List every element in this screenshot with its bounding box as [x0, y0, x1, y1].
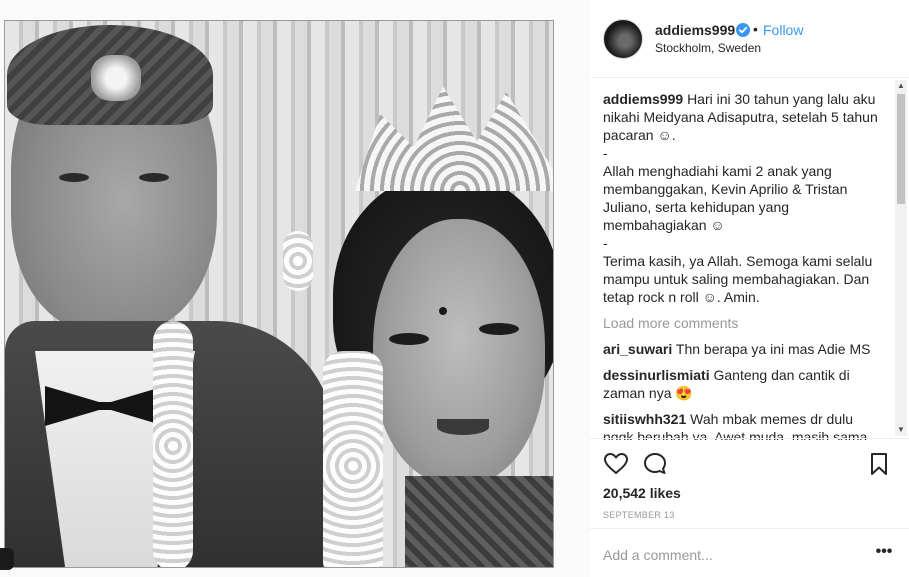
bookmark-icon[interactable]	[866, 451, 892, 477]
follow-button[interactable]: Follow	[763, 22, 803, 38]
comments-scrollbar[interactable]: ▲ ▼	[895, 80, 907, 436]
verified-badge-icon	[736, 23, 750, 37]
comment-text: Thn berapa ya ini mas Adie MS	[675, 341, 871, 357]
bride-smile	[437, 419, 489, 435]
comment-username[interactable]: dessinurlismiati	[603, 367, 710, 383]
comments-list[interactable]: addiems999 Hari ini 30 tahun yang lalu a…	[603, 90, 885, 440]
location-link[interactable]: Stockholm, Sweden	[655, 41, 761, 55]
avatar[interactable]	[603, 19, 643, 59]
comment-item: dessinurlismiati Ganteng dan cantik di z…	[603, 366, 885, 402]
load-more-comments-button[interactable]: Load more comments	[603, 314, 885, 332]
groom-eye-left	[59, 173, 89, 182]
comment-username[interactable]: ari_suwari	[603, 341, 672, 357]
bride-face	[373, 219, 545, 484]
likes-count[interactable]: 20,542 likes	[603, 485, 681, 501]
flower-garland-right	[323, 351, 383, 567]
groom-eye-right	[139, 173, 169, 182]
post-side-panel: addiems999 • Follow Stockholm, Sweden ad…	[590, 0, 909, 577]
scroll-down-arrow-icon[interactable]: ▼	[895, 424, 907, 436]
headdress-ornament	[91, 55, 141, 101]
caption-username[interactable]: addiems999	[603, 91, 683, 107]
bride-eye-left	[389, 333, 429, 345]
more-options-icon[interactable]: •••	[874, 542, 894, 562]
scroll-up-arrow-icon[interactable]: ▲	[895, 80, 907, 92]
comment-item: ari_suwari Thn berapa ya ini mas Adie MS	[603, 340, 885, 358]
post-date: SEPTEMBER 13	[603, 510, 675, 520]
separator-dot: •	[753, 21, 758, 37]
scrollbar-thumb[interactable]	[897, 94, 905, 204]
bride-bindi	[439, 307, 447, 315]
post-caption: addiems999 Hari ini 30 tahun yang lalu a…	[603, 90, 885, 306]
flower-cluster	[283, 231, 313, 291]
comment-item: sitiiswhh321 Wah mbak memes dr dulu nggk…	[603, 410, 885, 440]
tagged-user-icon[interactable]	[0, 548, 14, 570]
comment-username[interactable]: sitiiswhh321	[603, 411, 686, 427]
add-comment-bar: Add a comment... •••	[590, 528, 909, 577]
add-comment-input[interactable]: Add a comment...	[603, 547, 853, 563]
bride-dress	[405, 476, 553, 567]
heart-icon[interactable]	[603, 451, 629, 477]
post-actions: 20,542 likes SEPTEMBER 13	[590, 438, 909, 528]
bride-eye-right	[479, 323, 519, 335]
caption-text: Hari ini 30 tahun yang lalu aku nikahi M…	[603, 91, 878, 305]
wedding-photo	[4, 20, 554, 568]
speech-bubble-icon[interactable]	[642, 451, 668, 477]
post-photo[interactable]	[0, 0, 590, 577]
header-username[interactable]: addiems999	[655, 22, 735, 38]
post-header: addiems999 • Follow Stockholm, Sweden	[590, 0, 909, 78]
flower-garland-left	[153, 321, 193, 567]
